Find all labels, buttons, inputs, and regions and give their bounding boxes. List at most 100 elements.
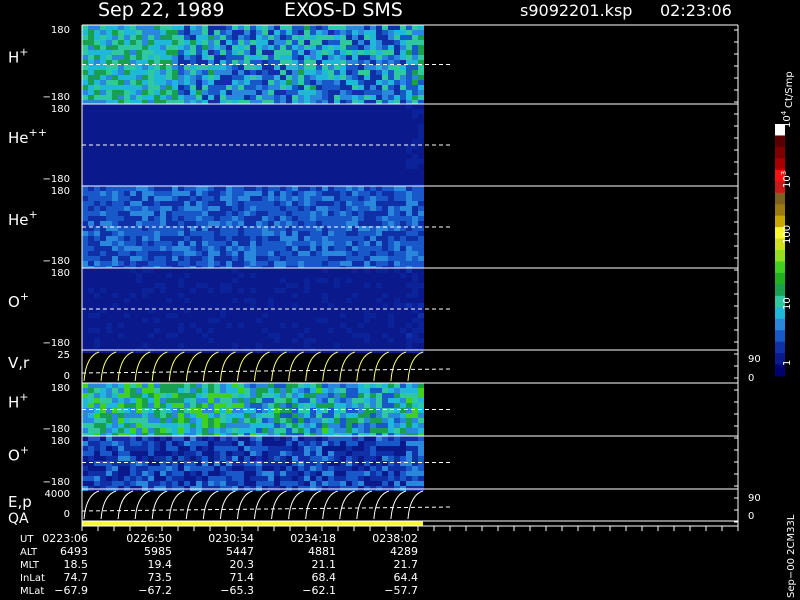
heatmap-cell	[148, 25, 154, 30]
heatmap-cell	[316, 256, 322, 261]
heatmap-cell	[412, 383, 418, 388]
heatmap-cell	[346, 211, 352, 216]
heatmap-cell	[172, 80, 178, 85]
heatmap-cell	[118, 323, 124, 328]
heatmap-cell	[364, 30, 370, 35]
heatmap-cell	[214, 461, 220, 466]
header-time: 02:23:06	[660, 1, 732, 20]
heatmap-cell	[148, 129, 154, 134]
heatmap-cell	[400, 30, 406, 35]
heatmap-cell	[418, 109, 424, 114]
heatmap-cell	[208, 428, 214, 433]
heatmap-cell	[376, 221, 382, 226]
heatmap-cell	[262, 261, 268, 266]
heatmap-cell	[112, 169, 118, 174]
heatmap-cell	[178, 471, 184, 476]
heatmap-cell	[406, 318, 412, 323]
heatmap-cell	[256, 398, 262, 403]
heatmap-cell	[142, 388, 148, 393]
heatmap-cell	[364, 471, 370, 476]
heatmap-cell	[382, 241, 388, 246]
heatmap-cell	[382, 283, 388, 288]
heatmap-cell	[166, 75, 172, 80]
heatmap-cell	[286, 441, 292, 446]
heatmap-cell	[130, 114, 136, 119]
heatmap-cell	[418, 418, 424, 423]
heatmap-cell	[172, 201, 178, 206]
heatmap-cell	[106, 343, 112, 348]
heatmap-cell	[370, 236, 376, 241]
heatmap-cell	[220, 393, 226, 398]
heatmap-cell	[154, 383, 160, 388]
heatmap-cell	[220, 466, 226, 471]
heatmap-cell	[304, 298, 310, 303]
heatmap-cell	[334, 109, 340, 114]
heatmap-cell	[364, 251, 370, 256]
heatmap-cell	[262, 216, 268, 221]
heatmap-cell	[118, 481, 124, 486]
heatmap-cell	[364, 216, 370, 221]
heatmap-cell	[364, 318, 370, 323]
heatmap-cell	[220, 446, 226, 451]
heatmap-cell	[160, 201, 166, 206]
heatmap-cell	[118, 211, 124, 216]
heatmap-cell	[274, 283, 280, 288]
heatmap-cell	[172, 85, 178, 90]
heatmap-cell	[190, 85, 196, 90]
heatmap-cell	[208, 85, 214, 90]
heatmap-cell	[346, 383, 352, 388]
heatmap-cell	[166, 293, 172, 298]
heatmap-cell	[160, 159, 166, 164]
heatmap-cell	[178, 75, 184, 80]
heatmap-cell	[250, 446, 256, 451]
heatmap-cell	[136, 201, 142, 206]
heatmap-cell	[232, 451, 238, 456]
heatmap-cell	[346, 246, 352, 251]
heatmap-cell	[412, 174, 418, 179]
heatmap-cell	[328, 298, 334, 303]
heatmap-cell	[274, 328, 280, 333]
heatmap-cell	[88, 446, 94, 451]
heatmap-cell	[280, 441, 286, 446]
heatmap-cell	[154, 90, 160, 95]
heatmap-cell	[142, 278, 148, 283]
heatmap-cell	[352, 231, 358, 236]
heatmap-cell	[124, 134, 130, 139]
heatmap-cell	[82, 90, 88, 95]
heatmap-cell	[124, 323, 130, 328]
heatmap-cell	[166, 423, 172, 428]
heatmap-cell	[124, 413, 130, 418]
heatmap-cell	[160, 461, 166, 466]
heatmap-cell	[382, 201, 388, 206]
heatmap-cell	[100, 388, 106, 393]
heatmap-cell	[208, 471, 214, 476]
heatmap-cell	[112, 298, 118, 303]
heatmap-cell	[298, 476, 304, 481]
heatmap-cell	[172, 25, 178, 30]
heatmap-cell	[94, 134, 100, 139]
heatmap-cell	[136, 191, 142, 196]
heatmap-cell	[142, 85, 148, 90]
heatmap-cell	[82, 206, 88, 211]
heatmap-cell	[82, 418, 88, 423]
heatmap-cell	[100, 466, 106, 471]
heatmap-cell	[322, 418, 328, 423]
heatmap-cell	[382, 45, 388, 50]
heatmap-cell	[376, 256, 382, 261]
heatmap-cell	[136, 75, 142, 80]
heatmap-cell	[418, 388, 424, 393]
heatmap-cell	[298, 25, 304, 30]
heatmap-cell	[196, 476, 202, 481]
heatmap-cell	[232, 191, 238, 196]
heatmap-cell	[208, 231, 214, 236]
heatmap-cell	[94, 159, 100, 164]
heatmap-cell	[304, 80, 310, 85]
heatmap-cell	[304, 293, 310, 298]
heatmap-cell	[322, 154, 328, 159]
heatmap-cell	[352, 149, 358, 154]
heatmap-cell	[100, 236, 106, 241]
heatmap-cell	[304, 149, 310, 154]
heatmap-cell	[346, 251, 352, 256]
heatmap-cell	[352, 446, 358, 451]
heatmap-cell	[82, 403, 88, 408]
